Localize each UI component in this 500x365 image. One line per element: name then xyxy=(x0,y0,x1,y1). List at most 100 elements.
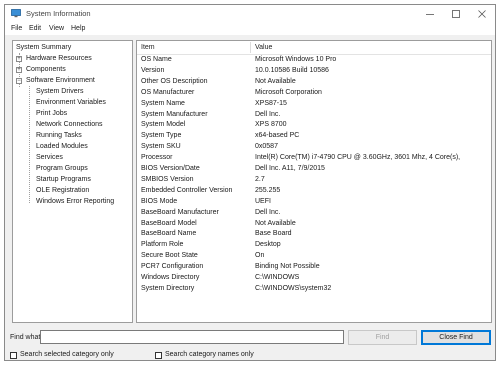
table-row[interactable]: BaseBoard Manufacturer Dell Inc. xyxy=(137,208,491,219)
tree-item-program-groups[interactable]: Program Groups xyxy=(36,164,88,174)
value-cell: Binding Not Possible xyxy=(255,263,320,271)
value-cell: XPS87-15 xyxy=(255,99,287,107)
table-row[interactable]: BaseBoard Model Not Available xyxy=(137,219,491,230)
tree-item-services[interactable]: Services xyxy=(36,153,63,163)
search-selected-category-label: Search selected category only xyxy=(20,351,114,358)
item-cell: Embedded Controller Version xyxy=(141,186,233,194)
value-cell: Microsoft Corporation xyxy=(255,88,322,96)
value-cell: On xyxy=(255,252,265,260)
search-category-names-checkbox[interactable]: Search category names only xyxy=(155,350,254,360)
table-row[interactable]: BIOS Mode UEFI xyxy=(137,197,491,208)
table-row[interactable]: System Directory C:\WINDOWS\system32 xyxy=(137,284,491,295)
tree-item-system-drivers[interactable]: System Drivers xyxy=(36,87,83,97)
value-cell: 255.255 xyxy=(255,186,281,194)
search-selected-category-checkbox[interactable]: Search selected category only xyxy=(10,350,114,360)
item-cell: BIOS Mode xyxy=(141,197,178,205)
item-cell: System Manufacturer xyxy=(141,110,208,118)
item-cell: BaseBoard Manufacturer xyxy=(141,208,219,216)
table-row[interactable]: Other OS Description Not Available xyxy=(137,77,491,88)
item-cell: OS Name xyxy=(141,56,172,63)
expand-components[interactable]: + xyxy=(16,67,22,73)
table-row[interactable]: PCR7 Configuration Binding Not Possible xyxy=(137,262,491,273)
value-cell: 2.7 xyxy=(255,175,265,183)
tree-item-software-environment[interactable]: Software Environment xyxy=(26,76,95,86)
find-what-label: Find what: xyxy=(10,334,43,341)
title-bar: System Information xyxy=(5,5,495,23)
table-row[interactable]: Processor Intel(R) Core(TM) i7-4790 CPU @… xyxy=(137,153,491,164)
collapse-software-environment[interactable]: − xyxy=(16,78,22,84)
tree-item-components[interactable]: Components xyxy=(26,65,66,75)
table-row[interactable]: Version 10.0.10586 Build 10586 xyxy=(137,66,491,77)
tree-item-loaded-modules[interactable]: Loaded Modules xyxy=(36,142,88,152)
table-row[interactable]: Secure Boot State On xyxy=(137,251,491,262)
item-cell: Other OS Description xyxy=(141,77,208,85)
find-what-input[interactable] xyxy=(40,330,344,344)
value-cell: x64-based PC xyxy=(255,132,300,140)
item-cell: Secure Boot State xyxy=(141,252,198,260)
table-row[interactable]: System Model XPS 8700 xyxy=(137,120,491,131)
item-cell: System Model xyxy=(141,121,186,129)
table-row[interactable]: SMBIOS Version 2.7 xyxy=(137,175,491,186)
table-row[interactable]: Platform Role Desktop xyxy=(137,240,491,251)
value-cell: Dell Inc. xyxy=(255,110,281,118)
column-divider[interactable] xyxy=(250,42,251,53)
table-row[interactable]: System Manufacturer Dell Inc. xyxy=(137,110,491,121)
item-cell: System Type xyxy=(141,132,182,140)
column-header-value[interactable]: Value xyxy=(255,43,272,53)
search-category-names-label: Search category names only xyxy=(165,351,254,358)
tree-item-startup-programs[interactable]: Startup Programs xyxy=(36,175,91,185)
list-header: Item Value xyxy=(137,41,491,55)
menu-view[interactable]: View xyxy=(49,24,64,34)
minimize-button[interactable] xyxy=(417,5,443,23)
item-cell: SMBIOS Version xyxy=(141,175,194,183)
item-cell: Processor xyxy=(141,154,173,162)
expand-hardware-resources[interactable]: + xyxy=(16,56,22,62)
table-row[interactable]: OS Name Microsoft Windows 10 Pro xyxy=(137,55,491,66)
table-row[interactable]: OS Manufacturer Microsoft Corporation xyxy=(137,88,491,99)
checkbox-box[interactable] xyxy=(10,351,17,359)
table-row[interactable]: System Name XPS87-15 xyxy=(137,99,491,110)
item-cell: System SKU xyxy=(141,143,181,151)
item-cell: Windows Directory xyxy=(141,274,200,281)
table-row[interactable]: System SKU 0x0587 xyxy=(137,142,491,153)
close-find-button[interactable]: Close Find xyxy=(421,330,491,345)
menu-edit[interactable]: Edit xyxy=(29,24,41,34)
item-cell: PCR7 Configuration xyxy=(141,263,204,271)
tree-item-network-connections[interactable]: Network Connections xyxy=(36,120,103,130)
item-cell: Version xyxy=(141,66,165,74)
table-row[interactable]: Embedded Controller Version 255.255 xyxy=(137,186,491,197)
close-window-button[interactable] xyxy=(469,5,495,23)
value-cell: Microsoft Windows 10 Pro xyxy=(255,56,337,63)
checkbox-box[interactable] xyxy=(155,351,162,359)
tree-item-running-tasks[interactable]: Running Tasks xyxy=(36,131,82,141)
table-row[interactable]: BaseBoard Name Base Board xyxy=(137,229,491,240)
tree-item-ole-registration[interactable]: OLE Registration xyxy=(36,186,89,196)
close-icon xyxy=(478,10,486,18)
value-cell: Intel(R) Core(TM) i7-4790 CPU @ 3.60GHz,… xyxy=(255,154,461,162)
system-information-icon xyxy=(11,9,21,18)
find-button[interactable]: Find xyxy=(348,330,417,345)
value-cell: Dell Inc. A11, 7/9/2015 xyxy=(255,165,325,172)
table-row[interactable]: System Type x64-based PC xyxy=(137,131,491,142)
category-tree[interactable]: System Summary + Hardware Resources + Co… xyxy=(12,40,133,323)
table-row[interactable]: BIOS Version/Date Dell Inc. A11, 7/9/2015 xyxy=(137,164,491,175)
minimize-icon xyxy=(426,14,434,15)
tree-item-hardware-resources[interactable]: Hardware Resources xyxy=(26,54,92,64)
maximize-button[interactable] xyxy=(443,5,469,23)
details-list[interactable]: Item Value OS Name Microsoft Windows 10 P… xyxy=(136,40,492,323)
app-window: System Information File Edit View Help S… xyxy=(4,4,496,361)
value-cell: C:\WINDOWS xyxy=(255,274,300,281)
value-cell: Not Available xyxy=(255,219,296,227)
menu-file[interactable]: File xyxy=(11,24,22,34)
tree-item-system-summary[interactable]: System Summary xyxy=(16,43,71,53)
table-row[interactable]: Windows Directory C:\WINDOWS xyxy=(137,273,491,284)
value-cell: C:\WINDOWS\system32 xyxy=(255,284,332,292)
menu-help[interactable]: Help xyxy=(71,24,85,34)
tree-item-print-jobs[interactable]: Print Jobs xyxy=(36,109,67,119)
tree-item-windows-error-reporting[interactable]: Windows Error Reporting xyxy=(36,197,114,207)
find-bar: Find what: Find Close Find Search select… xyxy=(5,324,495,362)
item-cell: System Directory xyxy=(141,284,195,292)
item-cell: BIOS Version/Date xyxy=(141,165,200,172)
column-header-item[interactable]: Item xyxy=(141,43,155,53)
tree-item-environment-variables[interactable]: Environment Variables xyxy=(36,98,106,108)
